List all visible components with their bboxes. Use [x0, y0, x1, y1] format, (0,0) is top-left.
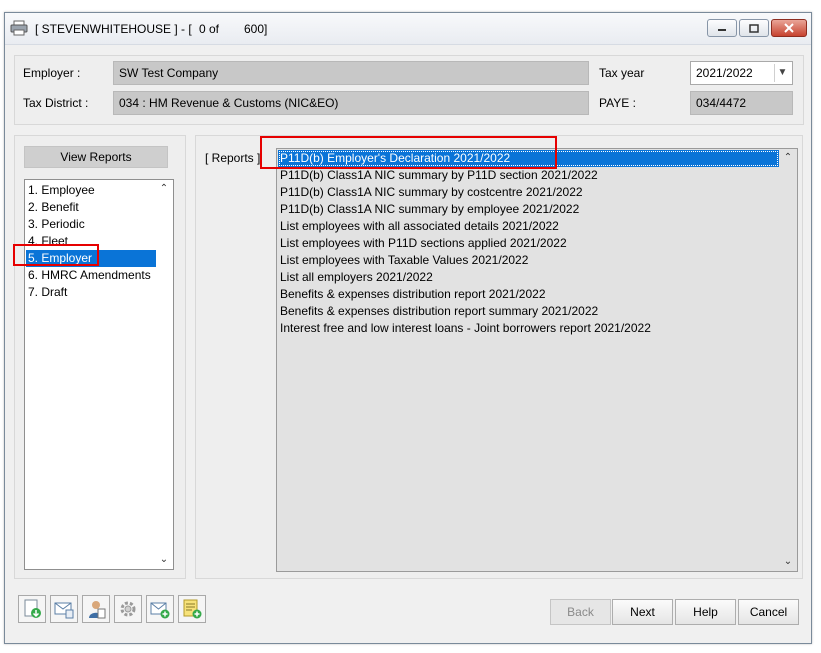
back-button[interactable]: Back: [550, 599, 611, 625]
user-button[interactable]: [82, 595, 110, 623]
email-icon: [54, 602, 74, 619]
category-item-hmrc-amendments[interactable]: 6. HMRC Amendments: [26, 267, 156, 284]
category-item-periodic[interactable]: 3. Periodic: [26, 216, 156, 233]
report-item-distribution-summary[interactable]: Benefits & expenses distribution report …: [278, 303, 598, 320]
reports-panel: [ Reports ] P11D(b) Employer's Declarati…: [195, 135, 803, 579]
minimize-button[interactable]: [707, 19, 737, 37]
tax-district-label: Tax District :: [23, 96, 89, 110]
email-add-icon: [150, 602, 170, 619]
tax-district-field: 034 : HM Revenue & Customs (NIC&EO): [113, 91, 589, 115]
category-item-employer[interactable]: 5. Employer: [26, 250, 156, 267]
report-item-all-employers[interactable]: List all employers 2021/2022: [278, 269, 433, 286]
scroll-up-button[interactable]: ⌃: [781, 151, 795, 165]
email-add-button[interactable]: [146, 595, 174, 623]
gear-icon: [120, 601, 136, 617]
import-button[interactable]: [18, 595, 46, 623]
report-item-employees-p11d-sections[interactable]: List employees with P11D sections applie…: [278, 235, 567, 252]
scroll-up-button[interactable]: ⌃: [157, 182, 171, 196]
minimize-icon: [718, 29, 726, 31]
window-title: [ STEVENWHITEHOUSE ] - [: [35, 22, 192, 36]
report-item-class1a-by-employee[interactable]: P11D(b) Class1A NIC summary by employee …: [278, 201, 579, 218]
report-item-class1a-by-costcentre[interactable]: P11D(b) Class1A NIC summary by costcentr…: [278, 184, 583, 201]
report-item-class1a-by-section[interactable]: P11D(b) Class1A NIC summary by P11D sect…: [278, 167, 598, 184]
tax-year-select[interactable]: 2021/2022 ▼: [690, 61, 793, 85]
user-icon: [89, 601, 106, 619]
report-category-list[interactable]: 1. Employee 2. Benefit 3. Periodic 4. Fl…: [24, 179, 174, 570]
view-reports-heading: View Reports: [24, 146, 168, 168]
record-total: 600]: [244, 22, 268, 36]
record-position: 0 of: [199, 22, 220, 36]
cancel-button[interactable]: Cancel: [738, 599, 799, 625]
tax-year-value: 2021/2022: [696, 66, 753, 80]
report-item-joint-borrowers[interactable]: Interest free and low interest loans - J…: [278, 320, 651, 337]
maximize-button[interactable]: [739, 19, 769, 37]
next-button[interactable]: Next: [612, 599, 673, 625]
report-item-employers-declaration[interactable]: P11D(b) Employer's Declaration 2021/2022: [278, 150, 779, 167]
tax-year-label: Tax year: [599, 66, 645, 80]
help-button[interactable]: Help: [675, 599, 736, 625]
chevron-down-icon[interactable]: ▼: [774, 64, 790, 82]
email-button[interactable]: [50, 595, 78, 623]
category-item-draft[interactable]: 7. Draft: [26, 284, 156, 301]
report-item-distribution-report[interactable]: Benefits & expenses distribution report …: [278, 286, 546, 303]
report-item-employees-all-details[interactable]: List employees with all associated detai…: [278, 218, 559, 235]
close-icon: [784, 23, 794, 33]
report-list[interactable]: P11D(b) Employer's Declaration 2021/2022…: [276, 148, 798, 572]
employer-header-panel: Employer : SW Test Company Tax District …: [14, 55, 804, 125]
report-wizard-window: [ STEVENWHITEHOUSE ] - [ 0 of 600] Emplo…: [4, 12, 812, 644]
note-add-icon: [183, 599, 202, 619]
printer-icon: [10, 20, 28, 36]
footer-toolbar: [18, 595, 206, 623]
category-item-employee[interactable]: 1. Employee: [26, 182, 156, 199]
title-bar: [ STEVENWHITEHOUSE ] - [ 0 of 600]: [5, 13, 811, 45]
employer-label: Employer :: [23, 66, 81, 80]
category-item-fleet[interactable]: 4. Fleet: [26, 233, 156, 250]
scroll-down-button[interactable]: ⌄: [157, 553, 171, 567]
report-item-employees-taxable-values[interactable]: List employees with Taxable Values 2021/…: [278, 252, 528, 269]
note-add-button[interactable]: [178, 595, 206, 623]
reports-label: [ Reports ]: [205, 151, 261, 165]
maximize-icon: [749, 23, 759, 33]
paye-field: 034/4472: [690, 91, 793, 115]
employer-field: SW Test Company: [113, 61, 589, 85]
import-icon: [24, 599, 41, 618]
paye-label: PAYE :: [599, 96, 636, 110]
scroll-down-button[interactable]: ⌄: [781, 555, 795, 569]
close-button[interactable]: [771, 19, 807, 37]
category-item-benefit[interactable]: 2. Benefit: [26, 199, 156, 216]
report-category-panel: View Reports 1. Employee 2. Benefit 3. P…: [14, 135, 186, 579]
settings-button[interactable]: [114, 595, 142, 623]
